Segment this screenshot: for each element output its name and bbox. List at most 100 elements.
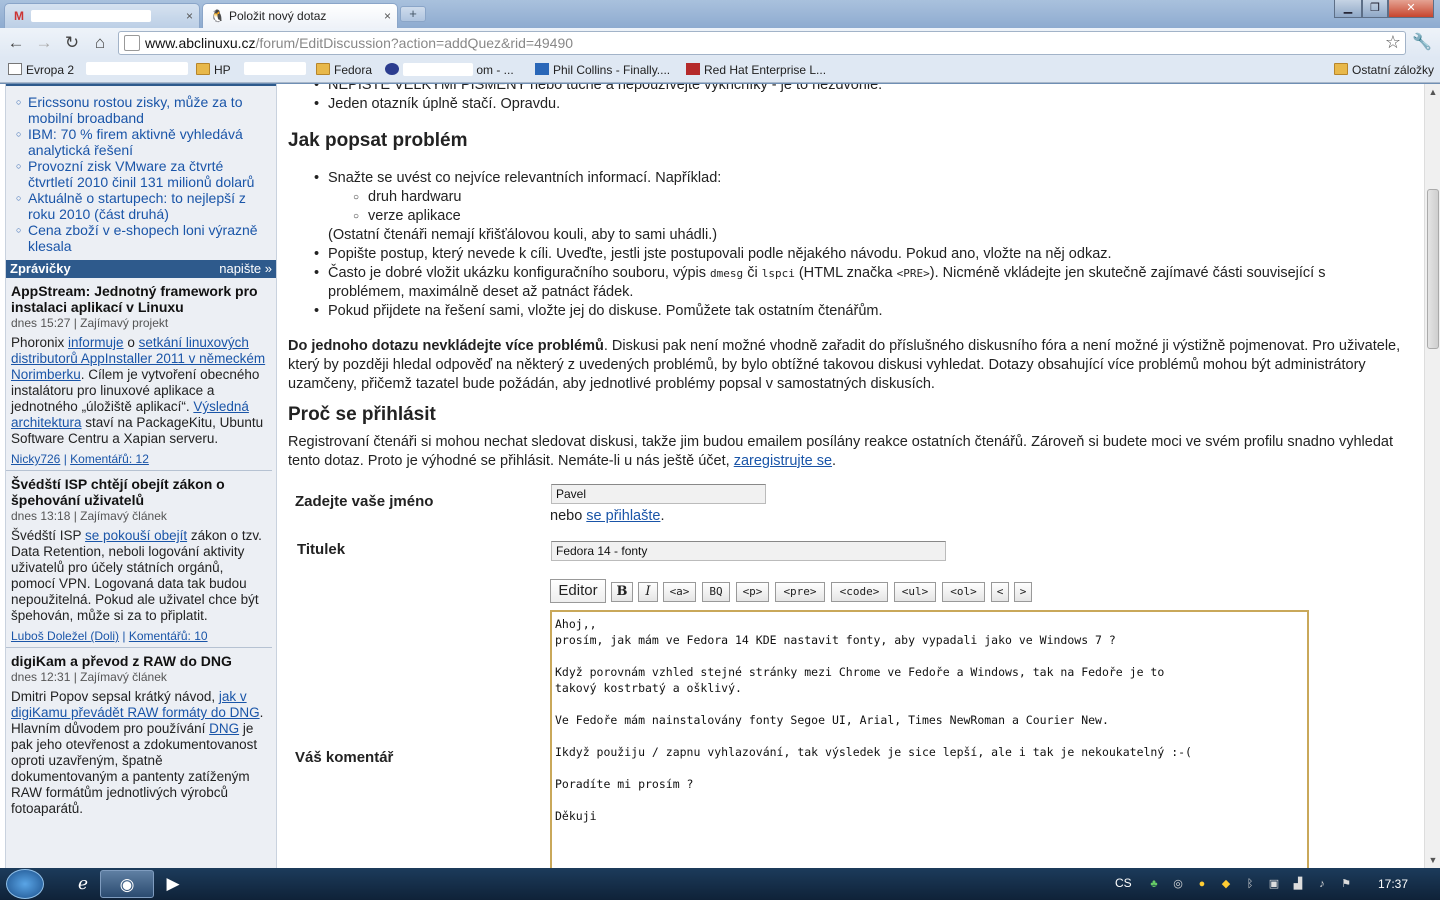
article-link[interactable]: Provozní zisk VMware za čtvrté čtvrtletí…	[16, 158, 272, 190]
multi-problem-paragraph: Do jednoho dotazu nevkládejte více probl…	[288, 338, 1401, 392]
news-meta: dnes 15:27 | Zajímavý projekt	[11, 316, 169, 330]
title-input[interactable]: Fedora 14 - fonty	[551, 541, 946, 561]
scroll-up-icon[interactable]: ▲	[1425, 84, 1440, 100]
bookmark-globe[interactable]: om - ...	[385, 62, 514, 78]
wrench-icon[interactable]: 🔧	[1412, 32, 1432, 52]
address-bar[interactable]: www.abclinuxu.cz/forum/EditDiscussion?ac…	[118, 31, 1406, 55]
volume-icon[interactable]: ♪	[1315, 877, 1329, 891]
news-footer: Nicky726 | Komentářů: 12	[11, 452, 149, 466]
clock[interactable]: 17:37	[1378, 877, 1408, 891]
article-link[interactable]: Ericssonu rostou zisky, může za to mobil…	[16, 94, 272, 126]
bookmark-hp[interactable]: HP	[196, 62, 231, 78]
pre-button[interactable]: <pre>	[775, 582, 825, 602]
new-tab-button[interactable]: +	[400, 6, 426, 22]
news-body: Švédští ISP se pokouší obejít zákon o tz…	[11, 528, 262, 623]
minimize-button[interactable]: ▁	[1334, 0, 1362, 18]
maximize-button[interactable]: ❐	[1362, 0, 1388, 18]
bookmark-redacted[interactable]	[244, 62, 306, 79]
bookmark-fedora[interactable]: Fedora	[316, 62, 372, 78]
back-icon[interactable]: ←	[5, 32, 27, 54]
section-heading-problem: Jak popsat problém	[288, 130, 468, 151]
author-link[interactable]: Luboš Doležel (Doli)	[11, 629, 119, 643]
forward-icon[interactable]: →	[33, 32, 55, 54]
bookmark-evropa2[interactable]: Evropa 2	[8, 62, 74, 78]
name-input[interactable]: Pavel	[551, 484, 766, 504]
signal-icon[interactable]: ▟	[1291, 877, 1305, 891]
globe-icon	[385, 63, 399, 75]
home-icon[interactable]: ⌂	[89, 32, 111, 54]
login-paragraph: Registrovaní čtenáři si mohou nechat sle…	[288, 434, 1393, 469]
write-news-link[interactable]: napište »	[219, 260, 272, 278]
close-window-button[interactable]: ✕	[1388, 0, 1434, 18]
tray-shield-icon[interactable]: ◆	[1219, 877, 1233, 891]
scroll-down-icon[interactable]: ▼	[1425, 852, 1440, 868]
lt-button[interactable]: <	[991, 582, 1009, 602]
start-button[interactable]	[6, 869, 44, 899]
vertical-scrollbar[interactable]: ▲ ▼	[1424, 84, 1440, 868]
news-title[interactable]: digiKam a převod z RAW do DNG	[11, 653, 268, 669]
bookmark-red-hat[interactable]: Red Hat Enterprise L...	[686, 62, 826, 78]
windows-taskbar: ℯ ◉ ▶ CS ♣ ◎ ● ◆ ᛒ ▣ ▟ ♪ ⚑ 17:37	[0, 868, 1440, 900]
ul-button[interactable]: <ul>	[894, 582, 936, 602]
action-center-flag-icon[interactable]: ⚑	[1339, 877, 1353, 891]
news-body: Phoronix informuje o setkání linuxových …	[11, 335, 266, 446]
rule-sub-bullet: druh hardwaru	[353, 188, 461, 207]
comment-textarea[interactable]: Ahoj,, prosím, jak mám ve Fedora 14 KDE …	[550, 610, 1309, 868]
bookmark-redacted[interactable]	[86, 62, 188, 79]
blockquote-button[interactable]: BQ	[702, 582, 730, 602]
login-alt: nebo se přihlašte.	[550, 508, 665, 524]
tray-network-icon[interactable]: ♣	[1147, 877, 1161, 891]
register-link[interactable]: zaregistrujte se	[734, 453, 832, 469]
web-page: Ericssonu rostou zisky, může za to mobil…	[0, 84, 1424, 868]
news-title[interactable]: AppStream: Jednotný framework pro instal…	[11, 283, 268, 315]
italic-button[interactable]: I	[638, 582, 658, 602]
ol-button[interactable]: <ol>	[942, 582, 985, 602]
news-link[interactable]: informuje	[68, 335, 124, 350]
media-player-icon[interactable]: ▶	[146, 870, 200, 898]
tray-app-icon[interactable]: ●	[1195, 877, 1209, 891]
redhat-icon	[686, 63, 700, 75]
name-label: Zadejte vaše jméno	[295, 493, 434, 510]
comments-link[interactable]: Komentářů: 10	[129, 629, 208, 643]
bookmarks-bar: Evropa 2 HP Fedora om - ... Phil Collins…	[0, 58, 1440, 83]
bold-button[interactable]: B	[611, 582, 633, 602]
bookmark-other[interactable]: Ostatní záložky	[1334, 62, 1434, 78]
article-link[interactable]: Cena zboží v e-shopech loni výrazně kles…	[16, 222, 272, 254]
folder-icon	[196, 63, 210, 75]
bookmark-star-icon[interactable]: ☆	[1385, 32, 1401, 53]
close-tab-icon[interactable]: ×	[384, 4, 391, 28]
tray-app-icon[interactable]: ◎	[1171, 877, 1185, 891]
news-link[interactable]: DNG	[209, 721, 239, 736]
news-title[interactable]: Švédští ISP chtějí obejít zákon o špehov…	[11, 476, 268, 508]
tux-icon: 🐧	[210, 9, 225, 23]
article-link[interactable]: Aktuálně o startupech: to nejlepší z rok…	[16, 190, 272, 222]
paragraph-button[interactable]: <p>	[736, 582, 769, 602]
language-indicator[interactable]: CS	[1115, 876, 1132, 890]
sidebar: Ericssonu rostou zisky, může za to mobil…	[5, 84, 277, 868]
news-meta: dnes 13:18 | Zajímavý článek	[11, 509, 167, 523]
url-text: www.abclinuxu.cz/forum/EditDiscussion?ac…	[145, 35, 574, 51]
comments-link[interactable]: Komentářů: 12	[70, 452, 149, 466]
reload-icon[interactable]: ↻	[61, 32, 83, 54]
bookmark-phil-collins[interactable]: Phil Collins - Finally....	[535, 62, 670, 78]
bluetooth-icon[interactable]: ᛒ	[1243, 877, 1257, 891]
close-tab-icon[interactable]: ×	[186, 4, 193, 28]
article-link[interactable]: IBM: 70 % firem aktivně vyhledává analyt…	[16, 126, 272, 158]
news-meta: dnes 12:31 | Zajímavý článek	[11, 670, 167, 684]
rule-bullet: Popište postup, který nevede k cíli. Uve…	[314, 245, 1112, 264]
login-link[interactable]: se přihlašte	[586, 508, 660, 524]
link-button[interactable]: <a>	[663, 582, 696, 602]
tab-gmail[interactable]: M ×	[4, 3, 200, 28]
news-body: Dmitri Popov sepsal krátký návod, jak v …	[11, 689, 264, 816]
code-button[interactable]: <code>	[831, 582, 888, 602]
tab-title: Položit nový dotaz	[229, 9, 327, 23]
rule-bullet: Jeden otazník úplně stačí. Opravdu.	[314, 95, 560, 114]
tab-active[interactable]: 🐧 Položit nový dotaz ×	[202, 3, 398, 28]
scroll-thumb[interactable]	[1427, 189, 1439, 349]
page-icon	[8, 63, 22, 75]
rule-sub-bullet: verze aplikace	[353, 207, 461, 226]
author-link[interactable]: Nicky726	[11, 452, 60, 466]
tray-device-icon[interactable]: ▣	[1267, 877, 1281, 891]
gt-button[interactable]: >	[1014, 582, 1032, 602]
news-link[interactable]: se pokouší obejít	[85, 528, 187, 543]
